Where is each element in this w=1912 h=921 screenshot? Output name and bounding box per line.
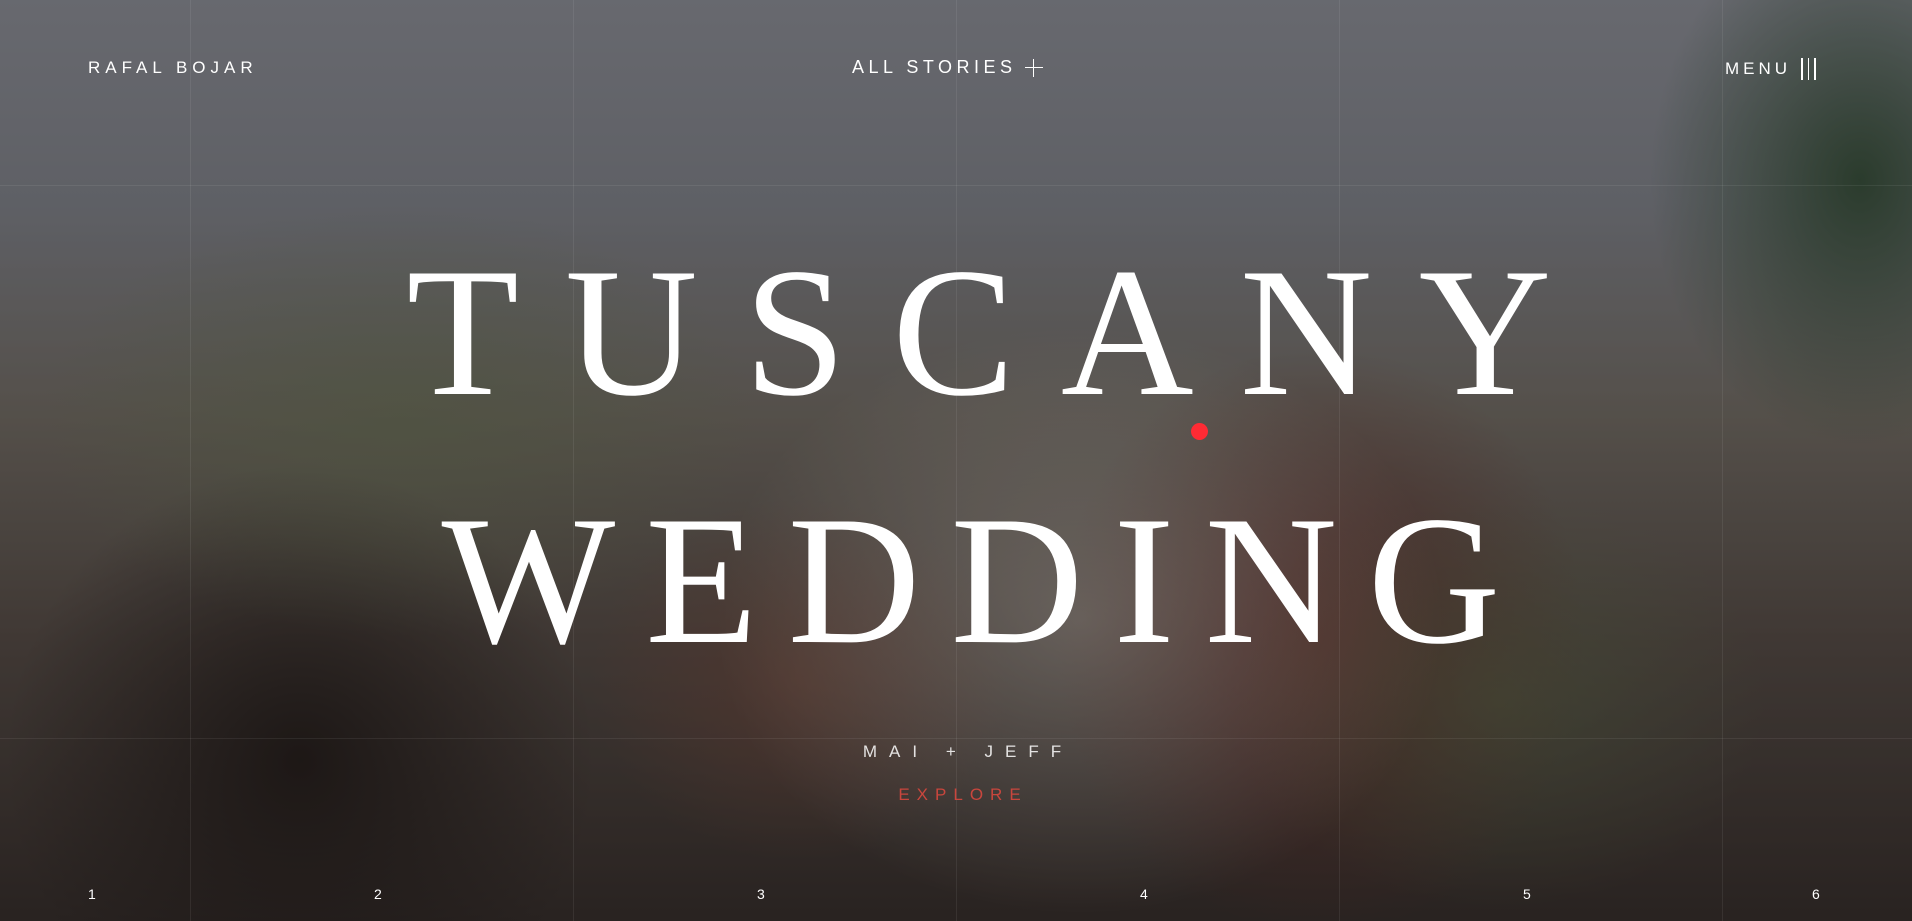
- all-stories-label: ALL STORIES: [852, 57, 1017, 77]
- grid-line: [1722, 0, 1723, 921]
- grid-line: [573, 0, 574, 921]
- grid-line: [0, 185, 1912, 186]
- all-stories-link[interactable]: ALL STORIES: [852, 57, 1043, 78]
- hero-title-line-2: WEDDING: [441, 478, 1531, 682]
- hero-title-line-1: TUSCANY: [406, 230, 1598, 434]
- menu-button[interactable]: MENU: [1725, 58, 1816, 80]
- slide-number-5[interactable]: 5: [1523, 886, 1531, 902]
- slide-number-6[interactable]: 6: [1812, 886, 1820, 902]
- explore-link[interactable]: EXPLORE: [0, 785, 1912, 805]
- plus-icon: [1024, 58, 1043, 77]
- slide-number-2[interactable]: 2: [374, 886, 382, 902]
- grid-line: [1339, 0, 1340, 921]
- couple-names: MAI + JEFF: [862, 742, 1074, 761]
- brand-logo-link[interactable]: RAFAL BOJAR: [88, 58, 258, 78]
- red-dot-icon: [1191, 423, 1208, 440]
- slide-number-4[interactable]: 4: [1140, 886, 1148, 902]
- grid-line: [956, 0, 957, 921]
- slide-number-1[interactable]: 1: [88, 886, 96, 902]
- slide-number-3[interactable]: 3: [757, 886, 765, 902]
- menu-label: MENU: [1725, 59, 1792, 78]
- grid-line: [0, 738, 1912, 739]
- grid-line: [190, 0, 191, 921]
- vertical-bars-icon: [1801, 58, 1816, 80]
